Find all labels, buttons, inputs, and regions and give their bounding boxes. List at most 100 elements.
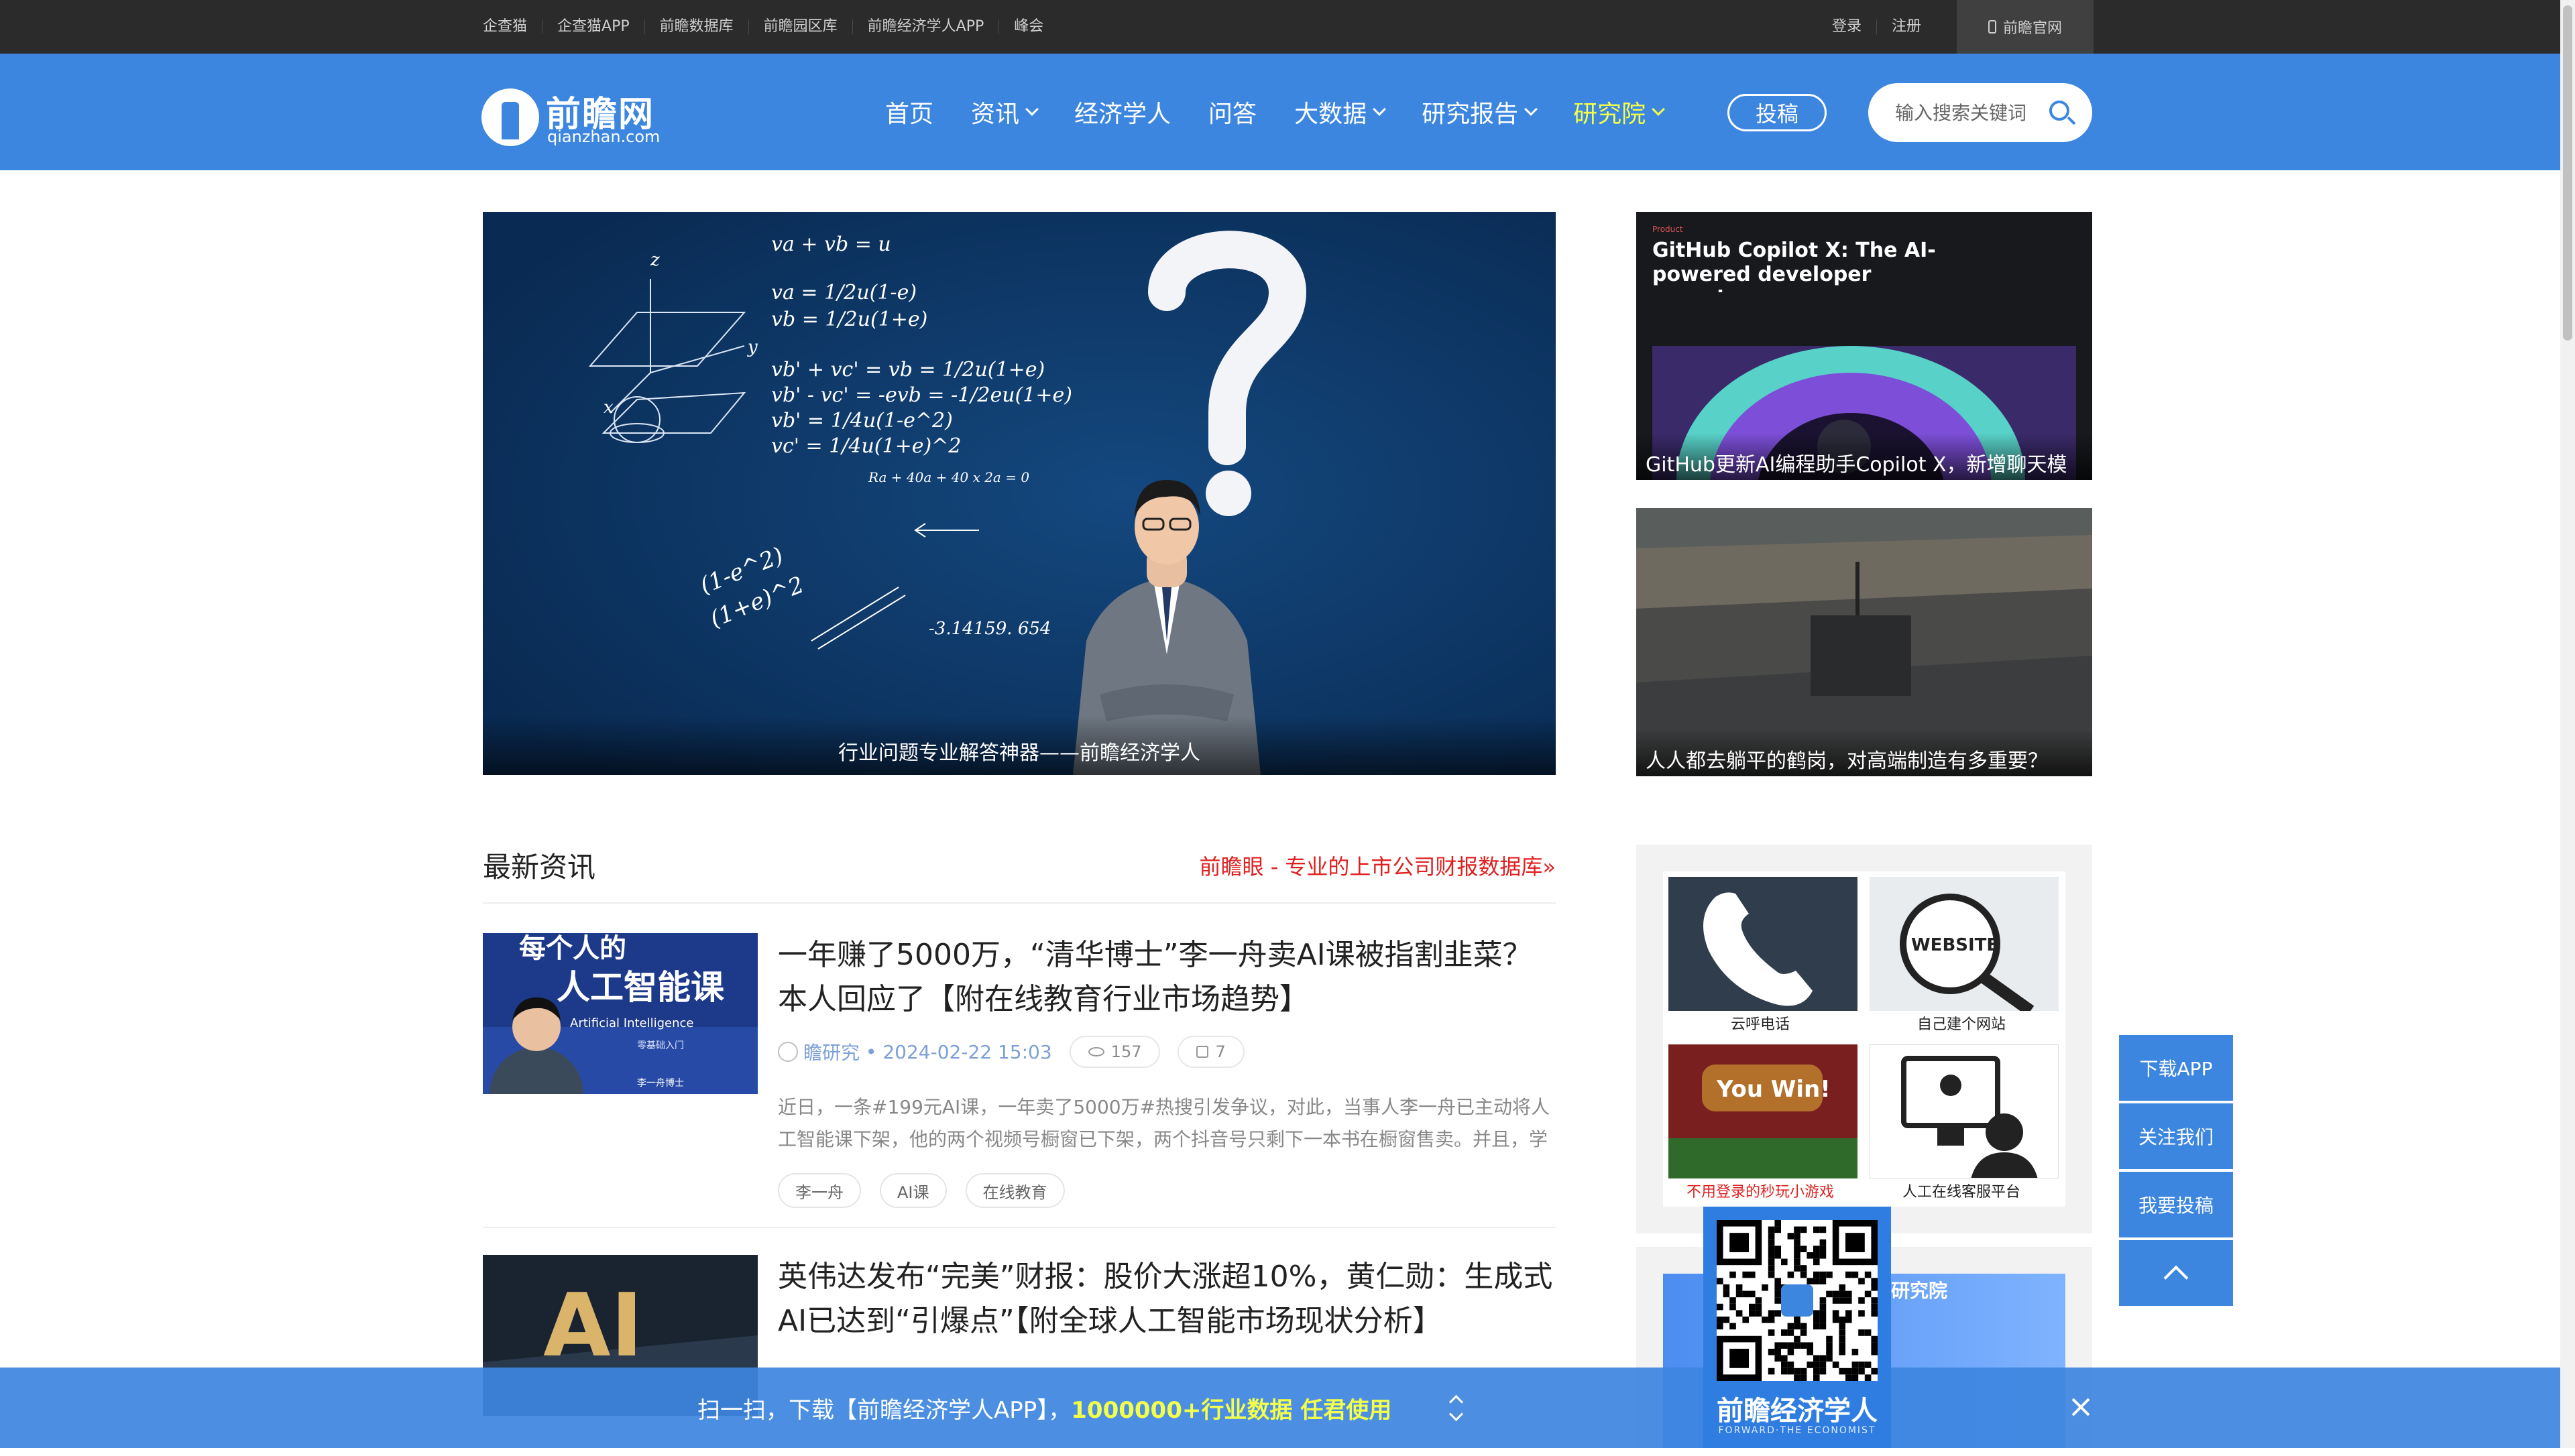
nav-reports[interactable]: 研究报告: [1422, 95, 1538, 129]
top-link-qichamao-app[interactable]: 企查猫APP: [542, 19, 645, 34]
magnifier-icon: WEBSITE: [1870, 877, 2059, 1011]
formula-4: vb' + vc' = vb = 1/2u(1+e): [771, 358, 1045, 381]
thumbs-up-icon: [1196, 1046, 1209, 1058]
side-card-copilot[interactable]: Product GitHub Copilot X: The AI-powered…: [1636, 212, 2092, 480]
app-download-message: 扫一扫，下载【前瞻经济学人APP】，1000000+行业数据 任君使用: [697, 1392, 1391, 1424]
nav-economist[interactable]: 经济学人: [1074, 95, 1171, 129]
qr-app-name: 前瞻经济学人: [1717, 1396, 1878, 1427]
side-card-hegang-caption: 人人都去躺平的鹤岗，对高端制造有多重要？: [1636, 729, 2092, 776]
ad-cloud-phone[interactable]: 云呼电话: [1663, 871, 1857, 1036]
formula-7: vc' = 1/4u(1+e)^2: [771, 434, 961, 458]
article-thumbnail[interactable]: 每个人的 人工智能课 Artificial Intelligence 零基础入门…: [483, 933, 758, 1094]
nav-qa[interactable]: 问答: [1208, 95, 1257, 129]
chevron-up-icon: [2163, 1265, 2189, 1290]
thumb-line-4: 零基础入门: [637, 1040, 684, 1051]
page-scrollbar[interactable]: [2560, 0, 2575, 1448]
official-site-link[interactable]: 前瞻官网: [1957, 0, 2094, 54]
formula-5: vb' - vc' = -evb = -1/2eu(1+e): [771, 383, 1072, 407]
search-box: [1868, 83, 2092, 142]
likes-pill[interactable]: 7: [1178, 1036, 1245, 1068]
tag-ai-course[interactable]: AI课: [880, 1173, 947, 1208]
chevron-down-icon: [1373, 103, 1386, 116]
formula-2: va = 1/2u(1-e): [771, 281, 917, 304]
nav-bigdata[interactable]: 大数据: [1294, 95, 1386, 129]
article-date: 2024-02-22 15:03: [882, 1040, 1052, 1063]
submit-article-button[interactable]: 投稿: [1727, 94, 1827, 131]
main-nav: 首页 资讯 经济学人 问答 大数据 研究报告 研究院: [885, 54, 1701, 170]
download-app-button[interactable]: 下载APP: [2119, 1035, 2233, 1101]
ad-website[interactable]: WEBSITE 自己建个网站: [1864, 871, 2059, 1036]
expand-collapse-icon[interactable]: [1447, 1393, 1465, 1424]
nav-home[interactable]: 首页: [885, 95, 933, 129]
top-link-economist-app[interactable]: 前瞻经济学人APP: [853, 19, 1000, 34]
article-author[interactable]: 瞻研究: [803, 1038, 860, 1065]
back-to-top-button[interactable]: [2119, 1240, 2233, 1306]
ad-grid: 云呼电话 WEBSITE 自己建个网站 You Win! 不用登录的秒玩小游戏: [1663, 871, 2065, 1207]
thumb-line-3: Artificial Intelligence: [570, 1016, 694, 1030]
nav-institute[interactable]: 研究院: [1573, 95, 1666, 129]
app-download-prefix: 扫一扫，下载【前瞻经济学人APP】，: [697, 1397, 1072, 1424]
hero-illustration: z y x va + vb = u va = 1/2u(1-e) vb = 1/…: [483, 212, 1556, 775]
register-link[interactable]: 注册: [1877, 19, 1936, 34]
chevron-down-icon: [1652, 103, 1666, 116]
logo-domain: qianzhan.com: [547, 127, 661, 146]
top-bar: 企查猫 企查猫APP 前瞻数据库 前瞻园区库 前瞻经济学人APP 峰会 登录 注…: [0, 0, 2575, 54]
search-input[interactable]: [1895, 99, 2043, 126]
top-link-park-database[interactable]: 前瞻园区库: [749, 19, 853, 34]
nav-news[interactable]: 资讯: [971, 95, 1039, 129]
axis-label-x: x: [604, 398, 614, 418]
meta-separator: •: [860, 1040, 883, 1063]
app-download-bar: 扫一扫，下载【前瞻经济学人APP】，1000000+行业数据 任君使用: [0, 1368, 2560, 1448]
top-link-database[interactable]: 前瞻数据库: [645, 19, 749, 34]
article-title[interactable]: 一年赚了5000万，“清华博士”李一舟卖AI课被指割韭菜？本人回应了【附在线教育…: [778, 933, 1556, 1022]
follow-us-button[interactable]: 关注我们: [2119, 1103, 2233, 1169]
article-summary: 近日，一条#199元AI课，一年卖了5000万#热搜引发争议，对此，当事人李一舟…: [778, 1096, 1550, 1150]
side-card-copilot-caption: GitHub更新AI编程助手Copilot X，新增聊天模: [1636, 433, 2092, 480]
formula-1: va + vb = u: [771, 233, 891, 256]
copilot-tag: Product: [1652, 225, 1683, 234]
hero-banner[interactable]: z y x va + vb = u va = 1/2u(1-e) vb = 1/…: [483, 212, 1556, 775]
scrollbar-thumb[interactable]: [2563, 5, 2572, 341]
thumb-line-1: 每个人的: [519, 933, 626, 964]
submit-button[interactable]: 我要投稿: [2119, 1172, 2233, 1237]
ad-label: 云呼电话: [1730, 1016, 1790, 1033]
website-text: WEBSITE: [1911, 935, 1998, 955]
formula-3: vb = 1/2u(1+e): [771, 308, 927, 331]
news-section-header: 最新资讯 前瞻眼 - 专业的上市公司财报数据库»: [483, 842, 1556, 904]
support-agent-icon: [1870, 1044, 2059, 1178]
article-tags: 李一舟 AI课 在线教育: [778, 1173, 1084, 1208]
tag-online-education[interactable]: 在线教育: [965, 1173, 1065, 1208]
promo-link[interactable]: 前瞻眼 - 专业的上市公司财报数据库»: [1200, 850, 1556, 881]
side-card-hegang[interactable]: 人人都去躺平的鹤岗，对高端制造有多重要？: [1636, 508, 2092, 776]
chevron-down-icon: [1524, 103, 1538, 116]
ad-label: 自己建个网站: [1916, 1016, 2006, 1033]
formula-6: vb' = 1/4u(1-e^2): [771, 409, 953, 432]
thumb-ai-text: AI: [543, 1274, 643, 1376]
logo-mark-icon: [481, 88, 539, 146]
login-link[interactable]: 登录: [1817, 19, 1878, 34]
formula-11: -3.14159. 654: [929, 619, 1051, 639]
ad-mini-games[interactable]: You Win! 不用登录的秒玩小游戏: [1663, 1039, 1857, 1204]
news-section-title: 最新资讯: [483, 851, 596, 884]
phone-icon: [1988, 20, 1996, 34]
top-link-qichamao[interactable]: 企查猫: [483, 19, 543, 34]
thumb-line-2: 人工智能课: [557, 968, 725, 1007]
close-icon[interactable]: [2071, 1397, 2091, 1417]
auth-links: 登录 注册: [1817, 0, 1936, 54]
search-icon[interactable]: [2049, 101, 2069, 121]
article-title[interactable]: 英伟达发布“完美”财报：股价大涨超10%，黄仁勋：生成式AI已达到“引爆点”【附…: [778, 1255, 1556, 1343]
top-links: 企查猫 企查猫APP 前瞻数据库 前瞻园区库 前瞻经济学人APP 峰会: [483, 0, 1058, 54]
ad-panel: 云呼电话 WEBSITE 自己建个网站 You Win! 不用登录的秒玩小游戏: [1636, 845, 2092, 1233]
user-icon: [778, 1042, 798, 1062]
views-pill: 157: [1069, 1036, 1161, 1068]
official-site-label: 前瞻官网: [2002, 20, 2062, 37]
tag-li-yizhou[interactable]: 李一舟: [778, 1173, 861, 1208]
site-logo[interactable]: 前瞻网 qianzhan.com: [481, 86, 683, 146]
list-item: 每个人的 人工智能课 Artificial Intelligence 零基础入门…: [483, 933, 1556, 1228]
axis-label-z: z: [650, 250, 660, 270]
top-link-summit[interactable]: 峰会: [999, 19, 1058, 34]
game-text: You Win!: [1716, 1076, 1831, 1103]
hero-caption: 行业问题专业解答神器——前瞻经济学人: [483, 716, 1556, 775]
floating-sidebar: 下载APP 关注我们 我要投稿: [2119, 1035, 2233, 1309]
ad-customer-service[interactable]: 人工在线客服平台: [1864, 1039, 2059, 1204]
